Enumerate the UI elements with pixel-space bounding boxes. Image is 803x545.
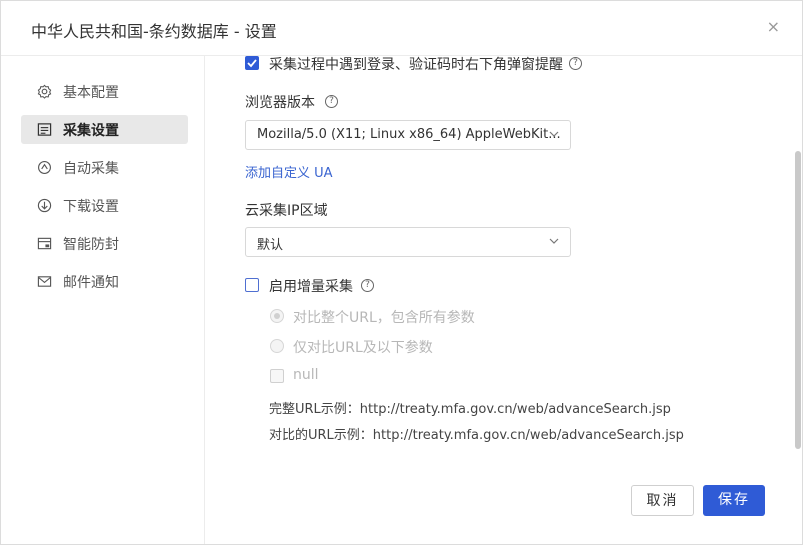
sidebar-item-label: 下载设置 — [63, 199, 119, 215]
help-icon[interactable]: ? — [325, 95, 338, 108]
sidebar-item-label: 邮件通知 — [63, 275, 119, 291]
full-url-example: 完整URL示例：http://treaty.mfa.gov.cn/web/adv… — [269, 402, 671, 417]
content-scrollbar[interactable] — [795, 151, 801, 449]
incremental-checkbox[interactable] — [245, 278, 259, 292]
help-icon[interactable]: ? — [569, 57, 582, 70]
incremental-label: 启用增量采集 — [269, 279, 353, 295]
cloud-ip-value: 默认 — [257, 238, 284, 253]
settings-content: 采集过程中遇到登录、验证码时右下角弹窗提醒 ? 浏览器版本 ? Mozilla/… — [205, 56, 802, 544]
browser-version-select[interactable]: Mozilla/5.0 (X11; Linux x86_64) AppleWeb… — [245, 120, 571, 150]
sidebar-item-antiblock[interactable]: 智能防封 — [21, 229, 188, 258]
close-icon[interactable]: × — [767, 17, 780, 36]
incremental-highlight: 启用增量采集 ? — [221, 266, 394, 303]
chevron-down-icon — [549, 238, 559, 244]
param-null-label: null — [293, 367, 319, 383]
sidebar-item-label: 采集设置 — [63, 123, 119, 139]
compare-full-url-radio[interactable] — [270, 309, 284, 323]
sidebar-item-collect[interactable]: 采集设置 — [21, 115, 188, 144]
download-icon — [37, 198, 52, 213]
compare-partial-url-radio[interactable] — [270, 339, 284, 353]
sidebar-item-label: 自动采集 — [63, 161, 119, 177]
save-button[interactable]: 保存 — [703, 485, 765, 516]
gear-icon — [37, 84, 52, 99]
compare-url-example: 对比的URL示例：http://treaty.mfa.gov.cn/web/ad… — [269, 428, 684, 443]
browser-version-label: 浏览器版本 — [245, 95, 315, 111]
auto-icon — [38, 161, 51, 174]
cloud-ip-label: 云采集IP区域 — [245, 203, 328, 219]
list-icon — [37, 123, 52, 136]
cloud-ip-select[interactable]: 默认 — [245, 227, 571, 257]
popup-alert-label: 采集过程中遇到登录、验证码时右下角弹窗提醒 — [269, 57, 563, 73]
browser-version-value: Mozilla/5.0 (X11; Linux x86_64) AppleWeb… — [257, 127, 561, 142]
cancel-button[interactable]: 取消 — [631, 485, 694, 516]
settings-sidebar: 基本配置 采集设置 自动采集 下载设置 智能防封 邮件通知 — [1, 56, 205, 544]
sidebar-item-label: 基本配置 — [63, 85, 119, 101]
popup-alert-checkbox[interactable] — [245, 56, 259, 70]
shield-icon — [37, 237, 52, 250]
dialog-title: 中华人民共和国-条约数据库 - 设置 — [31, 22, 277, 41]
sidebar-item-mail[interactable]: 邮件通知 — [21, 267, 188, 296]
sidebar-item-auto[interactable]: 自动采集 — [21, 153, 188, 182]
mail-icon — [37, 276, 52, 287]
add-custom-ua-link[interactable]: 添加自定义 UA — [245, 162, 333, 181]
dialog-header: 中华人民共和国-条约数据库 - 设置 × — [1, 1, 802, 56]
sidebar-item-download[interactable]: 下载设置 — [21, 191, 188, 220]
chevron-down-icon — [549, 131, 559, 137]
sidebar-item-label: 智能防封 — [63, 237, 119, 253]
settings-dialog: 中华人民共和国-条约数据库 - 设置 × 基本配置 采集设置 自动采集 下载设置… — [0, 0, 803, 545]
compare-partial-url-label: 仅对比URL及以下参数 — [293, 340, 433, 356]
check-icon — [247, 59, 257, 68]
param-null-checkbox[interactable] — [270, 369, 284, 383]
help-icon[interactable]: ? — [361, 279, 374, 292]
sidebar-item-basic[interactable]: 基本配置 — [21, 77, 188, 106]
compare-full-url-label: 对比整个URL，包含所有参数 — [293, 310, 475, 326]
